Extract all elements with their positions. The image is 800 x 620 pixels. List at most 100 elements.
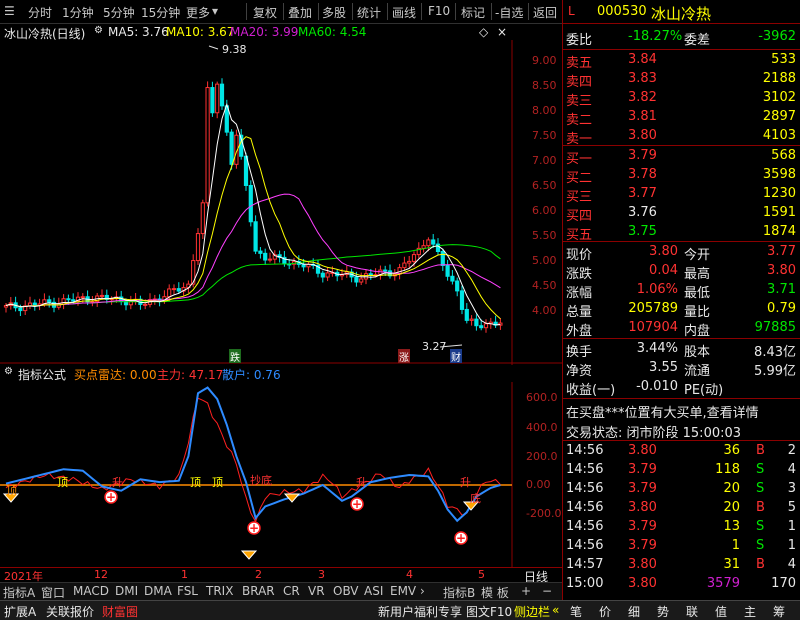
multi-stock-button[interactable]: 多股 [322,4,346,21]
wealth-circle-button[interactable]: 财富圈 [102,603,138,620]
big-order-notice[interactable]: 在买盘***位置有大买单,查看详情 [566,402,759,421]
ask-label: 卖二 [566,113,593,128]
new-user-benefit-link[interactable]: 新用户福利专享 [378,603,462,620]
tab-indicator-a[interactable]: 指标A [3,584,35,601]
stat-label: 最高 [684,267,711,282]
tab-dma[interactable]: DMA [144,584,172,598]
tick-volume: 31 [723,557,740,572]
bid-volume: 1230 [762,186,796,201]
f10-graphic-button[interactable]: 图文F10 [466,603,512,620]
period-tab-5min[interactable]: 5分钟 [103,4,135,21]
stat-row: 净资 3.55 流通 5.99亿 [566,360,798,379]
tab-emv[interactable]: EMV [390,584,416,598]
ma60-label: MA60: 4.54 [298,25,367,39]
tick-count: 4 [787,462,796,477]
collapse-icon[interactable]: « [552,603,559,617]
add-icon[interactable]: + [521,584,531,598]
period-tab-15min[interactable]: 15分钟 [141,4,180,21]
notice-row[interactable]: 在买盘***位置有大买单,查看详情 [566,402,798,421]
mark-button[interactable]: 标记 [461,4,485,21]
bid-price: 3.78 [628,167,657,182]
overlay-button[interactable]: 叠加 [288,4,312,21]
signal-top-label: 顶 [6,484,17,497]
tick-side: B [756,557,765,572]
panel-tab-icon[interactable]: 值 [715,603,727,620]
panel-tab-icon[interactable]: 价 [599,603,611,620]
period-tab-intraday[interactable]: 分时 [28,4,52,21]
remove-icon[interactable]: − [542,584,552,598]
tick-count: 4 [787,557,796,572]
candle [464,308,469,321]
tab-cr[interactable]: CR [283,584,300,598]
menu-grid-icon[interactable]: ☰ [4,4,15,18]
f10-button[interactable]: F10 [428,4,450,18]
candle [18,307,23,312]
statistics-button[interactable]: 统计 [357,4,381,21]
tick-side: S [756,519,765,534]
candle [263,252,268,261]
ask-volume: 2188 [762,71,796,86]
panel-tab-icon[interactable]: 势 [657,603,669,620]
settings-gear-icon[interactable]: ⚙ [94,25,103,36]
panel-tab-icon[interactable]: 笔 [570,603,582,620]
stat-value: 5.99亿 [754,364,796,379]
related-quote-button[interactable]: 关联报价 [46,603,94,620]
tabs-next-icon[interactable]: › [420,584,425,598]
expand-a-button[interactable]: 扩展A [4,603,36,620]
adjust-button[interactable]: 复权 [253,4,277,21]
ma20-label: MA20: 3.99 [230,25,299,39]
period-tab-more[interactable]: 更多 [186,4,210,21]
panel-tab-icon[interactable]: 筹 [773,603,785,620]
stat-label: 换手 [566,345,593,360]
stat-label: 流通 [684,364,711,379]
high-price-marker: 9.38 [222,43,247,56]
tab-window[interactable]: 窗口 [41,584,65,601]
sidebar-toggle[interactable]: 侧边栏 [514,603,550,620]
indicator-tick: 600.0 [526,391,558,404]
diamond-icon[interactable]: ◇ [479,25,488,39]
ask-price: 3.83 [628,71,657,86]
signal-top-label: 顶 [190,476,201,489]
kline-chart[interactable] [0,40,562,365]
tab-indicator-b[interactable]: 指标B [443,584,475,601]
event-tag-up[interactable]: 涨 [398,349,410,364]
tick-count: 5 [787,500,796,515]
panel-tab-icon[interactable]: 联 [686,603,698,620]
panel-tab-icon[interactable]: 主 [744,603,756,620]
tab-vr[interactable]: VR [308,584,325,598]
signal-top-label: 顶 [57,476,68,489]
tab-fsl[interactable]: FSL [177,584,198,598]
ask-label: 卖五 [566,56,593,71]
bid-volume: 3598 [762,167,796,182]
remove-watchlist-button[interactable]: -自选 [495,4,523,21]
draw-line-button[interactable]: 画线 [392,4,416,21]
price-tick: 4.50 [532,279,557,292]
panel-tab-icon[interactable]: 细 [628,603,640,620]
tab-asi[interactable]: ASI [364,584,383,598]
tab-trix[interactable]: TRIX [206,584,233,598]
stat-value: 3.71 [767,282,796,297]
stat-value: 107904 [628,320,678,335]
indicator-settings-icon[interactable]: ⚙ [4,366,13,377]
tab-template[interactable]: 模 板 [481,584,509,601]
back-button[interactable]: 返回 [533,4,557,21]
period-tab-1min[interactable]: 1分钟 [62,4,94,21]
candle [421,245,426,249]
indicator-chart[interactable]: + + + + [0,382,562,567]
tab-obv[interactable]: OBV [333,584,359,598]
stat-label: 现价 [566,248,593,263]
event-tag-finance[interactable]: 财 [450,349,462,364]
candle [435,243,441,252]
indicator-title[interactable]: 指标公式 [18,366,66,383]
tick-count: 3 [787,481,796,496]
bid-volume: 1591 [762,205,796,220]
more-chevron-icon[interactable]: ▾ [212,4,218,18]
candle [359,278,364,283]
tab-macd[interactable]: MACD [73,584,109,598]
event-tag-down[interactable]: 跌 [229,349,241,364]
tab-dmi[interactable]: DMI [115,584,138,598]
tab-brar[interactable]: BRAR [242,584,275,598]
indicator-tick: 400.0 [526,421,558,434]
close-icon[interactable]: × [497,25,507,39]
stat-value: 0.04 [649,263,678,278]
